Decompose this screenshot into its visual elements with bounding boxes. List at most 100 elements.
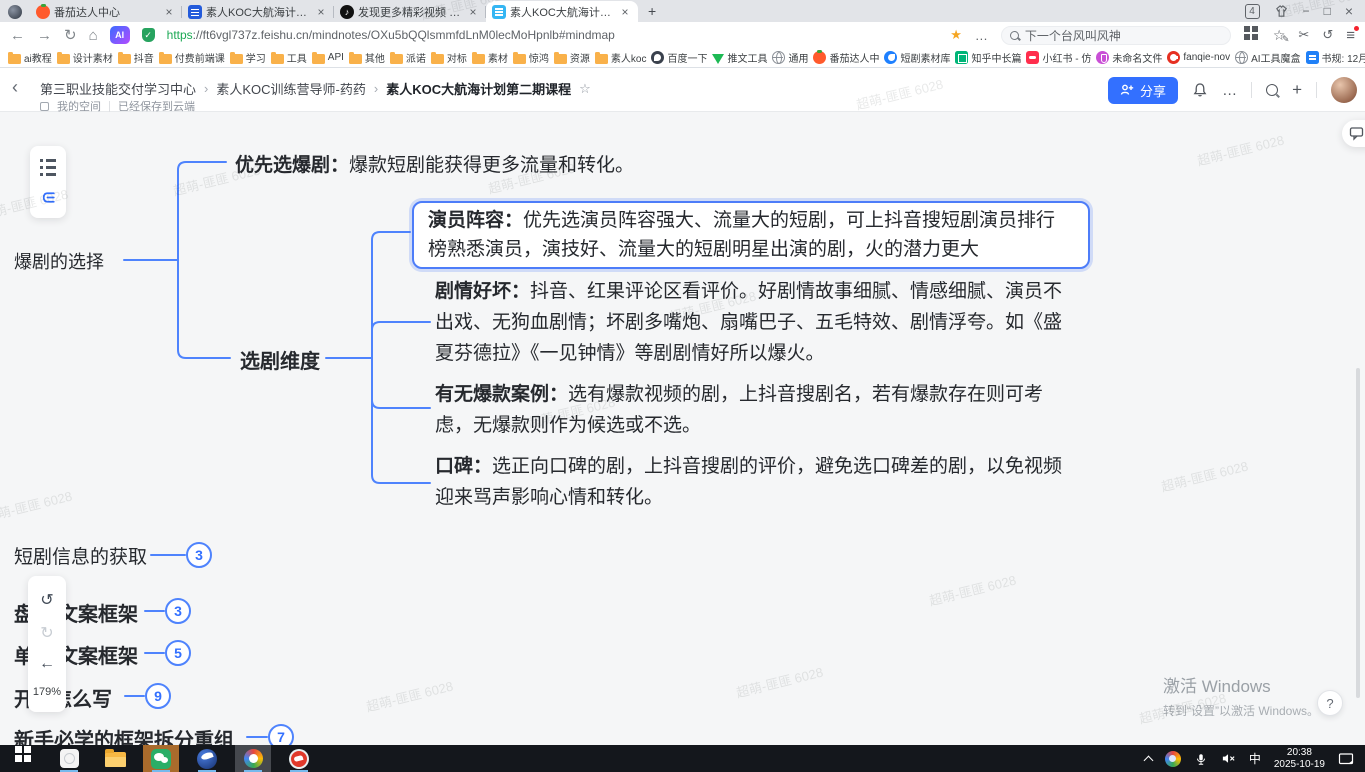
outline-view-icon[interactable] xyxy=(40,159,56,176)
quick-search-box[interactable]: 下一个台风叫风神 xyxy=(1001,26,1231,45)
bookmark-folder[interactable]: 其他 xyxy=(349,50,385,65)
volume-muted-icon[interactable] xyxy=(1221,752,1236,765)
notification-center-icon[interactable] xyxy=(1338,752,1355,766)
bookmark-tweet-tool[interactable]: 推文工具 xyxy=(712,50,767,65)
doc-search-icon[interactable] xyxy=(1266,84,1278,96)
bookmark-folder[interactable]: 对标 xyxy=(431,50,467,65)
tab-fanqie-center[interactable]: 番茄达人中心 × xyxy=(30,2,182,22)
close-window-button[interactable]: × xyxy=(1345,3,1353,19)
address-bar[interactable]: https://ft6vgl737z.feishu.cn/mindnotes/O… xyxy=(167,28,615,42)
back-to-center-icon[interactable]: ← xyxy=(39,655,55,673)
bookmark-baidu[interactable]: 百度一下 xyxy=(651,50,707,65)
tab-koc-mindnote-active[interactable]: 素人KOC大航海计划第二期课 × xyxy=(486,1,638,22)
avatar[interactable] xyxy=(1331,77,1357,103)
taskbar-clock[interactable]: 20:38 2025-10-19 xyxy=(1274,747,1325,771)
security-shield-icon[interactable]: ✓ xyxy=(142,28,155,42)
microphone-icon[interactable] xyxy=(1194,752,1208,766)
vertical-scrollbar[interactable] xyxy=(1356,368,1360,698)
reload-icon[interactable]: ↻ xyxy=(64,26,77,44)
browser-menu-icon[interactable]: ≡ xyxy=(1346,27,1355,44)
back-icon[interactable]: ← xyxy=(10,27,25,44)
collapsed-count-badge[interactable]: 3 xyxy=(186,542,212,568)
collapsed-count-badge[interactable]: 5 xyxy=(165,640,191,666)
taskbar-blue-app[interactable] xyxy=(184,745,230,772)
minimize-button[interactable]: − xyxy=(1303,4,1310,18)
forward-icon[interactable]: → xyxy=(37,27,52,44)
bookmark-folder[interactable]: 抖音 xyxy=(118,50,154,65)
bookmark-folder[interactable]: 工具 xyxy=(271,50,307,65)
bookmark-unnamed-file[interactable]: 未命名文件 xyxy=(1096,50,1162,65)
breadcrumb-item[interactable]: 素人KOC训练营导师-药药 xyxy=(216,79,366,98)
favorite-star-icon[interactable]: ☆ xyxy=(579,81,591,97)
maximize-button[interactable]: □ xyxy=(1324,4,1331,18)
collapsed-count-badge[interactable]: 3 xyxy=(165,598,191,624)
create-new-icon[interactable]: + xyxy=(1292,80,1302,100)
tab-count-badge[interactable]: 4 xyxy=(1245,4,1260,19)
more-actions-icon[interactable]: … xyxy=(1222,82,1237,99)
taskbar-browser[interactable] xyxy=(230,745,276,772)
bookmark-folder[interactable]: 素材 xyxy=(472,50,508,65)
breadcrumb-item[interactable]: 第三职业技能交付学习中心 xyxy=(40,79,196,98)
ai-assistant-button[interactable]: AI xyxy=(110,26,130,44)
zoom-level[interactable]: 179% xyxy=(33,686,61,698)
apps-grid-icon[interactable] xyxy=(1244,26,1250,32)
taskbar-red-app[interactable] xyxy=(276,745,322,772)
tab-close-icon[interactable]: × xyxy=(618,5,632,19)
screenshot-scissors-icon[interactable]: ✂ xyxy=(1298,27,1309,43)
taskbar-file-explorer[interactable] xyxy=(92,745,138,772)
bookmark-folder[interactable]: 资源 xyxy=(554,50,590,65)
bookmark-folder[interactable]: ai教程 xyxy=(8,50,52,65)
bookmark-book-plan[interactable]: 书规: 12月 xyxy=(1306,50,1365,65)
bookmark-fanqie-novel[interactable]: fanqie-nov xyxy=(1167,51,1230,64)
mindmap-node-framework-b[interactable]: 文案框架 xyxy=(58,640,138,669)
bookmark-folder[interactable]: API xyxy=(312,52,344,64)
taskbar-wechat[interactable] xyxy=(138,745,184,772)
mindmap-node-reputation[interactable]: 口碑：选正向口碑的剧，上抖音搜剧的评价，避免选口碑差的剧，以免视频迎来骂声影响心… xyxy=(435,451,1075,513)
new-tab-button[interactable]: + xyxy=(648,3,656,19)
feishu-back-icon[interactable]: ‹ xyxy=(12,77,18,98)
mindmap-root-node[interactable]: 爆剧的选择 xyxy=(14,248,104,274)
mindmap-node-hit-cases[interactable]: 有无爆款案例：选有爆款视频的剧，上抖音搜剧名，若有爆款存在则可考虑，无爆款则作为… xyxy=(435,379,1075,441)
mindmap-node-priority[interactable]: 优先选爆剧：爆款短剧能获得更多流量和转化。 xyxy=(235,150,634,177)
collapsed-count-badge[interactable]: 9 xyxy=(145,683,171,709)
tab-douyin-search[interactable]: ♪ 发现更多精彩视频 - 抖音搜索 × xyxy=(334,2,486,22)
bookmark-fanqie[interactable]: 番茄达人中 xyxy=(813,50,879,65)
tab-koc-doc[interactable]: 素人KOC大航海计划第二期课 × xyxy=(182,2,334,22)
help-button[interactable]: ? xyxy=(1317,690,1343,716)
bookmark-folder[interactable]: 学习 xyxy=(230,50,266,65)
bookmark-manager-icon[interactable]: ☆✎ xyxy=(1273,27,1286,44)
bookmark-drama-assets[interactable]: 短剧素材库 xyxy=(884,50,950,65)
browser-logo-icon[interactable] xyxy=(8,5,22,19)
mindmap-node-dimensions[interactable]: 选剧维度 xyxy=(240,345,320,374)
bookmark-folder[interactable]: 付费前端课 xyxy=(159,50,225,65)
notification-bell-icon[interactable] xyxy=(1192,82,1208,98)
bookmark-folder[interactable]: 设计素材 xyxy=(57,50,113,65)
bookmark-general[interactable]: 通用 xyxy=(772,50,808,65)
tray-expand-icon[interactable] xyxy=(1143,755,1153,765)
tab-close-icon[interactable]: × xyxy=(466,5,480,19)
mindmap-node-info-sources[interactable]: 短剧信息的获取 xyxy=(14,542,147,569)
bookmark-ai-toolbox[interactable]: AI工具魔盒 xyxy=(1235,50,1300,65)
redo-icon[interactable]: ↻ xyxy=(40,623,53,643)
ime-indicator[interactable]: 中 xyxy=(1249,750,1261,767)
bookmark-folder[interactable]: 素人koc xyxy=(595,50,647,65)
history-restore-icon[interactable]: ↺ xyxy=(1322,27,1333,43)
mindmap-canvas[interactable]: 爆剧的选择 优先选爆剧：爆款短剧能获得更多流量和转化。 选剧维度 演员阵容：优先… xyxy=(0,112,1365,745)
mindmap-node-cast-selected[interactable]: 演员阵容：优先选演员阵容强大、流量大的短剧，可上抖音搜短剧演员排行榜熟悉演员，演… xyxy=(412,201,1090,269)
bookmark-star-icon[interactable]: ★ xyxy=(950,27,962,43)
share-button[interactable]: 分享 xyxy=(1108,77,1178,104)
mindmap-node-framework-a[interactable]: 文案框架 xyxy=(58,598,138,627)
tab-close-icon[interactable]: × xyxy=(314,5,328,19)
tray-browser-icon[interactable] xyxy=(1165,751,1181,767)
home-icon[interactable]: ⌂ xyxy=(89,27,98,44)
mindmap-view-icon[interactable] xyxy=(40,189,57,206)
taskbar-app-notes[interactable] xyxy=(46,745,92,772)
bookmark-zhihu[interactable]: 知乎中长篇 xyxy=(955,50,1021,65)
theme-skin-icon[interactable] xyxy=(1274,4,1289,18)
bookmark-folder[interactable]: 惊鸿 xyxy=(513,50,549,65)
comment-panel-toggle[interactable] xyxy=(1342,120,1365,147)
extensions-more-icon[interactable]: … xyxy=(975,28,988,43)
mindmap-node-plot-quality[interactable]: 剧情好坏：抖音、红果评论区看评价。好剧情故事细腻、情感细腻、演员不出戏、无狗血剧… xyxy=(435,276,1075,369)
bookmark-xiaohongshu[interactable]: 小红书 - 仿 xyxy=(1026,50,1091,65)
start-button[interactable] xyxy=(0,745,46,772)
